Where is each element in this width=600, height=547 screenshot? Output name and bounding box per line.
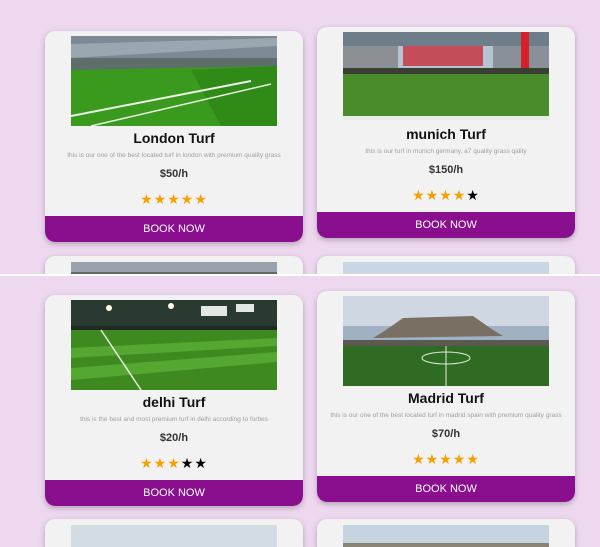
star-icon: ★ bbox=[140, 191, 154, 207]
book-now-button[interactable]: BOOK NOW bbox=[45, 480, 303, 506]
star-icon: ★ bbox=[180, 455, 195, 471]
star-icon: ★ bbox=[140, 455, 154, 471]
star-icon: ★ bbox=[194, 191, 208, 207]
star-icon: ★ bbox=[452, 187, 467, 203]
card-description: this is our one of the best located turf… bbox=[330, 412, 562, 419]
star-icon: ★ bbox=[425, 451, 440, 467]
turf-image-partial bbox=[71, 525, 277, 547]
card-price: $150/h bbox=[428, 164, 464, 176]
turf-card-partial bbox=[45, 519, 303, 547]
book-now-button[interactable]: BOOK NOW bbox=[45, 216, 303, 242]
star-icon: ★ bbox=[466, 451, 480, 467]
rating-stars: ★★★★★ bbox=[45, 455, 303, 472]
turf-card-london: London Turf this is our one of the best … bbox=[45, 31, 303, 242]
card-description: this is our one of the best located turf… bbox=[67, 152, 281, 159]
star-icon: ★ bbox=[153, 191, 168, 207]
turf-image-london bbox=[71, 36, 277, 126]
rating-stars: ★★★★★ bbox=[317, 451, 575, 468]
card-title: London Turf bbox=[133, 130, 215, 146]
card-title: munich Turf bbox=[406, 126, 486, 142]
star-icon: ★ bbox=[466, 187, 480, 203]
book-now-button[interactable]: BOOK NOW bbox=[317, 476, 575, 502]
card-grid-top: London Turf this is our one of the best … bbox=[0, 0, 600, 274]
rating-stars: ★★★★★ bbox=[45, 191, 303, 208]
turf-card-madrid: Madrid Turf this is our one of the best … bbox=[317, 291, 575, 502]
turf-card-partial bbox=[317, 256, 575, 274]
rating-stars: ★★★★★ bbox=[317, 187, 575, 204]
turf-image-partial bbox=[71, 262, 277, 274]
star-icon: ★ bbox=[439, 187, 453, 203]
card-price: $70/h bbox=[431, 428, 461, 440]
card-description: this is our turf in munich germany, a7 q… bbox=[365, 148, 527, 155]
star-icon: ★ bbox=[425, 187, 440, 203]
turf-image-partial bbox=[343, 525, 549, 547]
card-title: Madrid Turf bbox=[408, 390, 484, 406]
star-icon: ★ bbox=[153, 455, 168, 471]
turf-card-munich: munich Turf this is our turf in munich g… bbox=[317, 27, 575, 238]
star-icon: ★ bbox=[167, 191, 181, 207]
star-icon: ★ bbox=[194, 455, 208, 471]
turf-card-partial bbox=[317, 519, 575, 547]
turf-card-partial bbox=[45, 256, 303, 274]
card-price: $50/h bbox=[159, 168, 189, 180]
turf-image-madrid bbox=[343, 296, 549, 386]
card-grid-bottom: delhi Turf this is the best and most pre… bbox=[0, 276, 600, 547]
turf-image-munich bbox=[343, 32, 549, 120]
card-price: $20/h bbox=[159, 432, 189, 444]
card-description: this is the best and most premium turf i… bbox=[80, 416, 268, 423]
book-now-button[interactable]: BOOK NOW bbox=[317, 212, 575, 238]
turf-card-delhi: delhi Turf this is the best and most pre… bbox=[45, 295, 303, 506]
turf-image-partial bbox=[343, 262, 549, 274]
star-icon: ★ bbox=[439, 451, 453, 467]
star-icon: ★ bbox=[412, 451, 426, 467]
star-icon: ★ bbox=[452, 451, 467, 467]
star-icon: ★ bbox=[412, 187, 426, 203]
card-title: delhi Turf bbox=[142, 394, 206, 410]
turf-image-delhi bbox=[71, 300, 277, 390]
star-icon: ★ bbox=[180, 191, 195, 207]
star-icon: ★ bbox=[167, 455, 181, 471]
